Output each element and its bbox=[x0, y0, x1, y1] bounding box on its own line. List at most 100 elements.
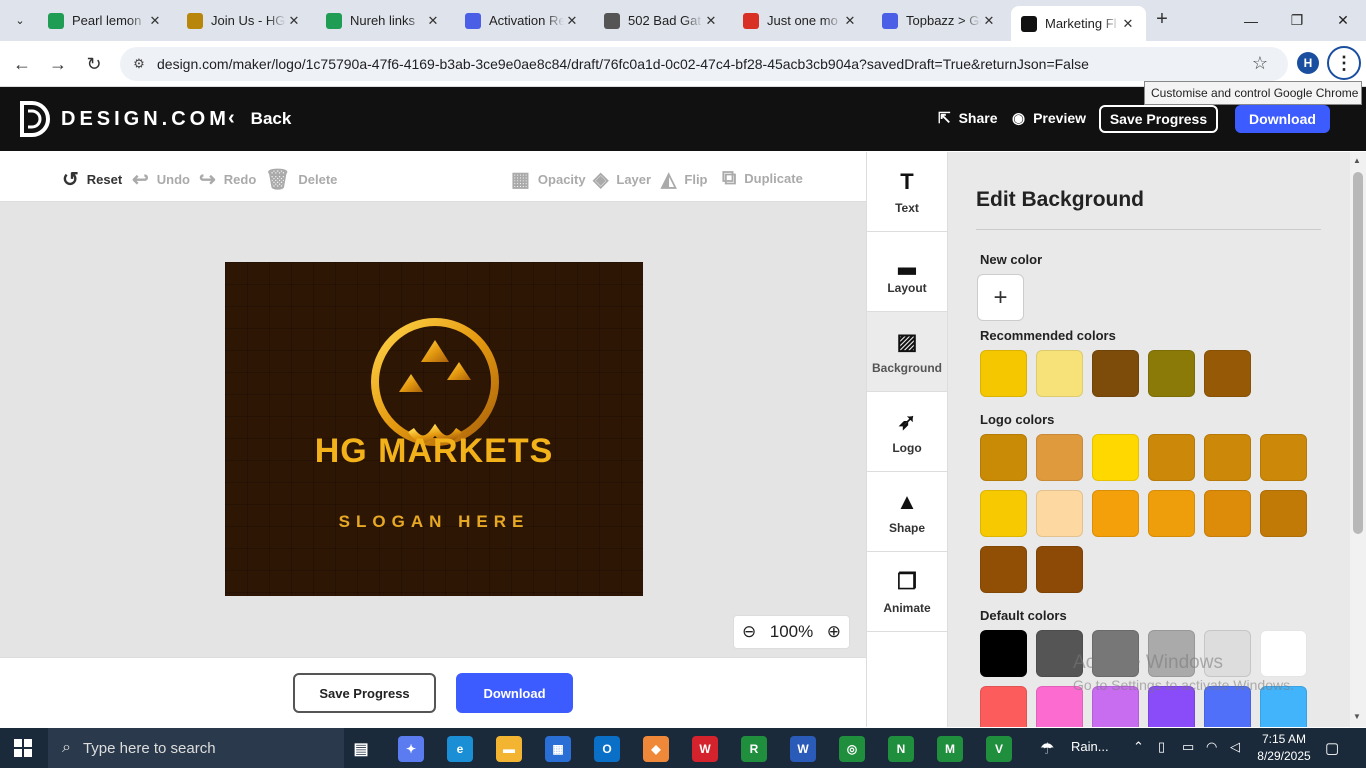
tab-background[interactable]: ▨ Background bbox=[867, 312, 947, 392]
default-color-swatch[interactable] bbox=[980, 630, 1027, 677]
windows-start-icon[interactable] bbox=[14, 739, 32, 757]
tab-layout[interactable]: ▂ Layout bbox=[867, 232, 947, 312]
chrome-n-icon[interactable]: N bbox=[888, 736, 914, 762]
recommended-color-swatch[interactable] bbox=[1148, 350, 1195, 397]
scroll-down-icon[interactable]: ▼ bbox=[1353, 712, 1361, 721]
browser-tab[interactable]: Join Us - HG ✕ bbox=[177, 6, 312, 35]
redo-button[interactable]: ↪ Redo bbox=[199, 167, 256, 192]
chrome-m-icon[interactable]: M bbox=[937, 736, 963, 762]
chrome-v-icon[interactable]: V bbox=[986, 736, 1012, 762]
edge-icon[interactable]: e bbox=[447, 736, 473, 762]
logo-color-swatch[interactable] bbox=[980, 490, 1027, 537]
brand-wordmark[interactable]: DESIGN.COM bbox=[61, 108, 230, 131]
wps-icon[interactable]: W bbox=[692, 736, 718, 762]
copilot-icon[interactable]: ✦ bbox=[398, 736, 424, 762]
download-button[interactable]: Download bbox=[1235, 105, 1330, 133]
chrome-r-icon[interactable]: R bbox=[741, 736, 767, 762]
default-color-swatch[interactable] bbox=[980, 686, 1027, 727]
share-button[interactable]: ⇱ Share bbox=[938, 109, 998, 127]
tab-close-icon[interactable]: ✕ bbox=[703, 13, 719, 29]
clock[interactable]: 7:15 AM 8/29/2025 bbox=[1254, 731, 1314, 765]
arrows-circle-emblem-icon[interactable] bbox=[365, 318, 505, 448]
logo-color-swatch[interactable] bbox=[980, 434, 1027, 481]
tab-close-icon[interactable]: ✕ bbox=[286, 13, 302, 29]
profile-avatar[interactable]: H bbox=[1297, 52, 1319, 74]
zoom-out-icon[interactable]: ⊖ bbox=[742, 622, 756, 642]
recommended-color-swatch[interactable] bbox=[980, 350, 1027, 397]
notifications-icon[interactable]: ▢ bbox=[1325, 739, 1339, 757]
file-explorer-icon[interactable]: ▬ bbox=[496, 736, 522, 762]
battery-icon[interactable]: ▭ bbox=[1182, 739, 1194, 755]
add-color-button[interactable]: + bbox=[977, 274, 1024, 321]
tab-logo[interactable]: ➶ Logo bbox=[867, 392, 947, 472]
tab-close-icon[interactable]: ✕ bbox=[842, 13, 858, 29]
delete-button[interactable]: 🗑 Delete bbox=[265, 167, 337, 192]
browser-tab[interactable]: Topbazz > Ge ✕ bbox=[872, 6, 1007, 35]
browser-tab[interactable]: Marketing Fl ✕ bbox=[1011, 6, 1146, 41]
opacity-button[interactable]: ▦ Opacity bbox=[511, 167, 586, 192]
bookmark-star-icon[interactable]: ☆ bbox=[1252, 53, 1268, 74]
logo-color-swatch[interactable] bbox=[1148, 490, 1195, 537]
tab-close-icon[interactable]: ✕ bbox=[147, 13, 163, 29]
layer-button[interactable]: ◈ Layer bbox=[593, 167, 651, 192]
tab-text[interactable]: T Text bbox=[867, 152, 947, 232]
omnibox[interactable]: ⚙ design.com/maker/logo/1c75790a-47f6-41… bbox=[120, 47, 1288, 81]
minimize-icon[interactable]: — bbox=[1228, 0, 1274, 41]
chrome-menu-icon[interactable]: ⋮ bbox=[1327, 46, 1361, 80]
scroll-up-icon[interactable]: ▲ bbox=[1353, 156, 1361, 165]
zoom-in-icon[interactable]: ⊕ bbox=[827, 622, 841, 642]
new-tab-button[interactable]: + bbox=[1150, 8, 1174, 31]
weather-label[interactable]: Rain... bbox=[1071, 739, 1109, 754]
weather-icon[interactable]: ☂ bbox=[1040, 739, 1054, 759]
logo-color-swatch[interactable] bbox=[1092, 490, 1139, 537]
reload-icon[interactable]: ↻ bbox=[82, 52, 106, 76]
logo-color-swatch[interactable] bbox=[1092, 434, 1139, 481]
logo-color-swatch[interactable] bbox=[1204, 434, 1251, 481]
browser-tab[interactable]: Nureh links ✕ bbox=[316, 6, 451, 35]
restore-icon[interactable]: ❐ bbox=[1274, 0, 1320, 41]
volume-icon[interactable]: ◁ bbox=[1230, 739, 1240, 755]
panel-scrollbar[interactable]: ▲ ▼ bbox=[1350, 152, 1366, 727]
browser-tab[interactable]: Just one mo ✕ bbox=[733, 6, 868, 35]
back-button[interactable]: ‹ Back bbox=[228, 107, 291, 130]
network-device-icon[interactable]: ▯ bbox=[1158, 739, 1165, 755]
logo-color-swatch[interactable] bbox=[1036, 490, 1083, 537]
forward-arrow-icon[interactable]: → bbox=[46, 52, 70, 76]
show-hidden-icons-icon[interactable]: ⌃ bbox=[1133, 739, 1144, 755]
brave-icon[interactable]: ◆ bbox=[643, 736, 669, 762]
url-text[interactable]: design.com/maker/logo/1c75790a-47f6-4169… bbox=[157, 56, 1089, 72]
tab-close-icon[interactable]: ✕ bbox=[981, 13, 997, 29]
logo-color-swatch[interactable] bbox=[1148, 434, 1195, 481]
store-icon[interactable]: ▦ bbox=[545, 736, 571, 762]
duplicate-button[interactable]: ⧉ Duplicate bbox=[722, 167, 803, 190]
tab-shape[interactable]: ▲ Shape bbox=[867, 472, 947, 552]
flip-button[interactable]: ◭ Flip bbox=[661, 167, 708, 192]
browser-tab[interactable]: Activation Re ✕ bbox=[455, 6, 590, 35]
preview-button[interactable]: ◉ Preview bbox=[1012, 109, 1086, 127]
site-info-icon[interactable]: ⚙ bbox=[130, 55, 148, 73]
tab-close-icon[interactable]: ✕ bbox=[425, 13, 441, 29]
tab-close-icon[interactable]: ✕ bbox=[1120, 16, 1136, 32]
task-view-icon[interactable]: ▤ bbox=[348, 736, 374, 762]
browser-tab[interactable]: 502 Bad Gat ✕ bbox=[594, 6, 729, 35]
scrollbar-thumb[interactable] bbox=[1353, 172, 1363, 534]
save-progress-button[interactable]: Save Progress bbox=[1099, 105, 1218, 133]
tab-animate[interactable]: ❐ Animate bbox=[867, 552, 947, 632]
tab-search-icon[interactable]: ⌄ bbox=[8, 8, 32, 32]
back-arrow-icon[interactable]: ← bbox=[10, 52, 34, 76]
chrome-active-icon[interactable]: ◎ bbox=[839, 736, 865, 762]
default-color-swatch[interactable] bbox=[1260, 630, 1307, 677]
browser-tab[interactable]: Pearl lemon ✕ bbox=[38, 6, 173, 35]
bottom-save-progress-button[interactable]: Save Progress bbox=[293, 673, 436, 713]
logo-color-swatch[interactable] bbox=[1204, 490, 1251, 537]
recommended-color-swatch[interactable] bbox=[1204, 350, 1251, 397]
logo-artboard[interactable]: HG MARKETS SLOGAN HERE bbox=[225, 262, 643, 596]
undo-button[interactable]: ↩ Undo bbox=[132, 167, 190, 192]
logo-color-swatch[interactable] bbox=[1260, 434, 1307, 481]
slogan-text[interactable]: SLOGAN HERE bbox=[225, 512, 643, 532]
logo-color-swatch[interactable] bbox=[1260, 490, 1307, 537]
logo-color-swatch[interactable] bbox=[1036, 434, 1083, 481]
brand-name-text[interactable]: HG MARKETS bbox=[225, 432, 643, 471]
recommended-color-swatch[interactable] bbox=[1036, 350, 1083, 397]
outlook-icon[interactable]: O bbox=[594, 736, 620, 762]
